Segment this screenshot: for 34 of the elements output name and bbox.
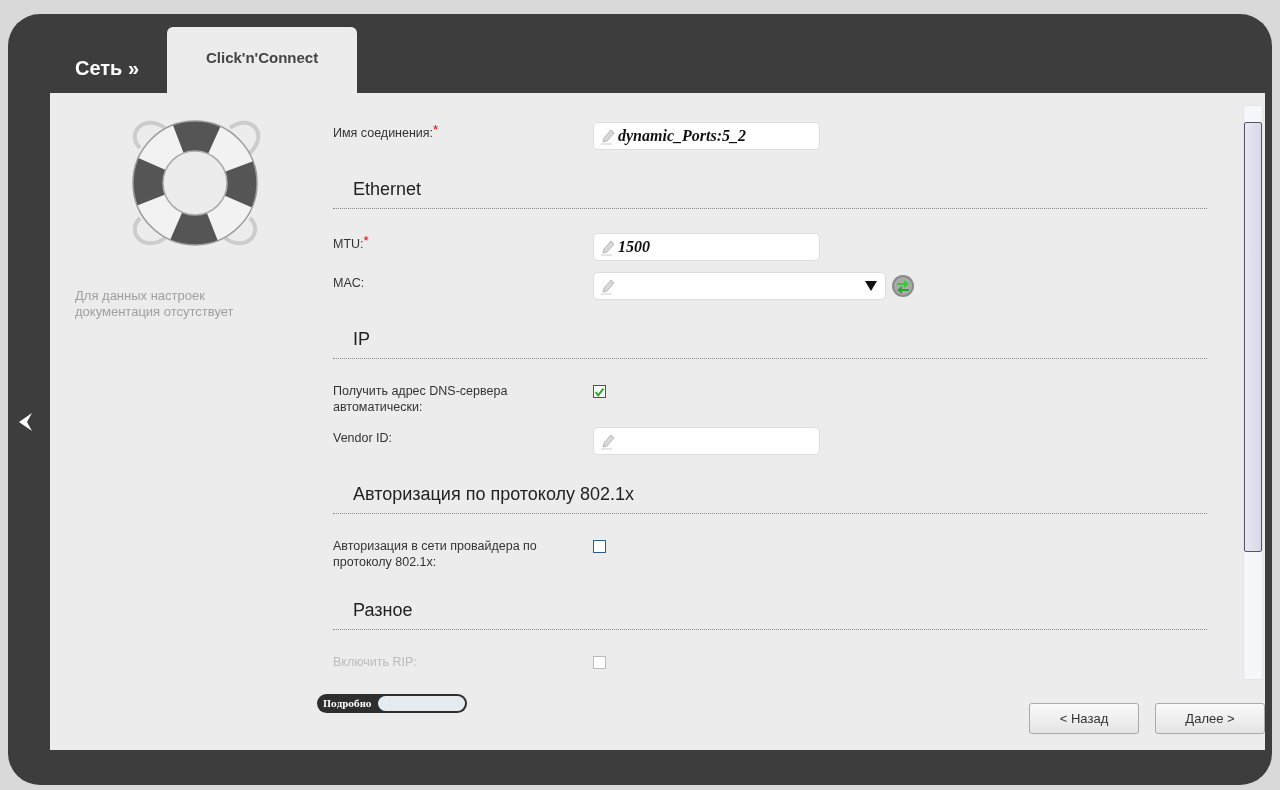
input-field[interactable]: 1500 (593, 233, 820, 261)
field-label: MAC: (333, 275, 366, 291)
dropdown-arrow-icon (865, 281, 877, 291)
input-field[interactable]: dynamic_Ports:5_2 (593, 122, 820, 150)
field-label: Авторизация в сети провайдера по протоколу 802.1x: (333, 538, 538, 570)
section-heading: Ethernet (353, 179, 422, 199)
pencil-icon (600, 238, 616, 256)
required-mark: * (433, 122, 439, 137)
help-text: Для данных настроек документация отсутствует (75, 288, 235, 320)
checkbox[interactable] (593, 385, 606, 398)
section-heading: Разное (353, 600, 413, 620)
check-icon (594, 385, 605, 398)
scrollbar[interactable] (1243, 105, 1263, 680)
breadcrumb-title: Сеть » (75, 57, 140, 79)
dropdown-field[interactable] (593, 272, 886, 300)
field-label: Получить адрес DNS-сервера автоматически: (333, 383, 509, 415)
pencil-icon (600, 277, 616, 295)
lifebuoy-icon (132, 120, 261, 246)
next-button[interactable]: Далее > (1155, 703, 1265, 734)
refresh-arrows-icon[interactable] (891, 274, 915, 298)
section-heading: IP (353, 329, 370, 349)
input-field[interactable] (593, 427, 820, 455)
pencil-icon (600, 127, 616, 145)
field-label: Vendor ID: (333, 430, 394, 446)
section-heading: Авторизация по протоколу 802.1x (353, 484, 635, 504)
back-button[interactable]: < Назад (1029, 703, 1139, 734)
pencil-icon (600, 432, 616, 450)
checkbox[interactable] (593, 540, 606, 553)
tab[interactable]: Click'n'Connect (167, 27, 358, 93)
field-label: MTU:* (333, 233, 370, 252)
required-mark: * (363, 233, 369, 248)
details-toggle[interactable]: Подробно (317, 694, 467, 713)
field-label: Имя соединения:* (333, 122, 440, 141)
back-arrow-icon[interactable] (19, 412, 33, 431)
